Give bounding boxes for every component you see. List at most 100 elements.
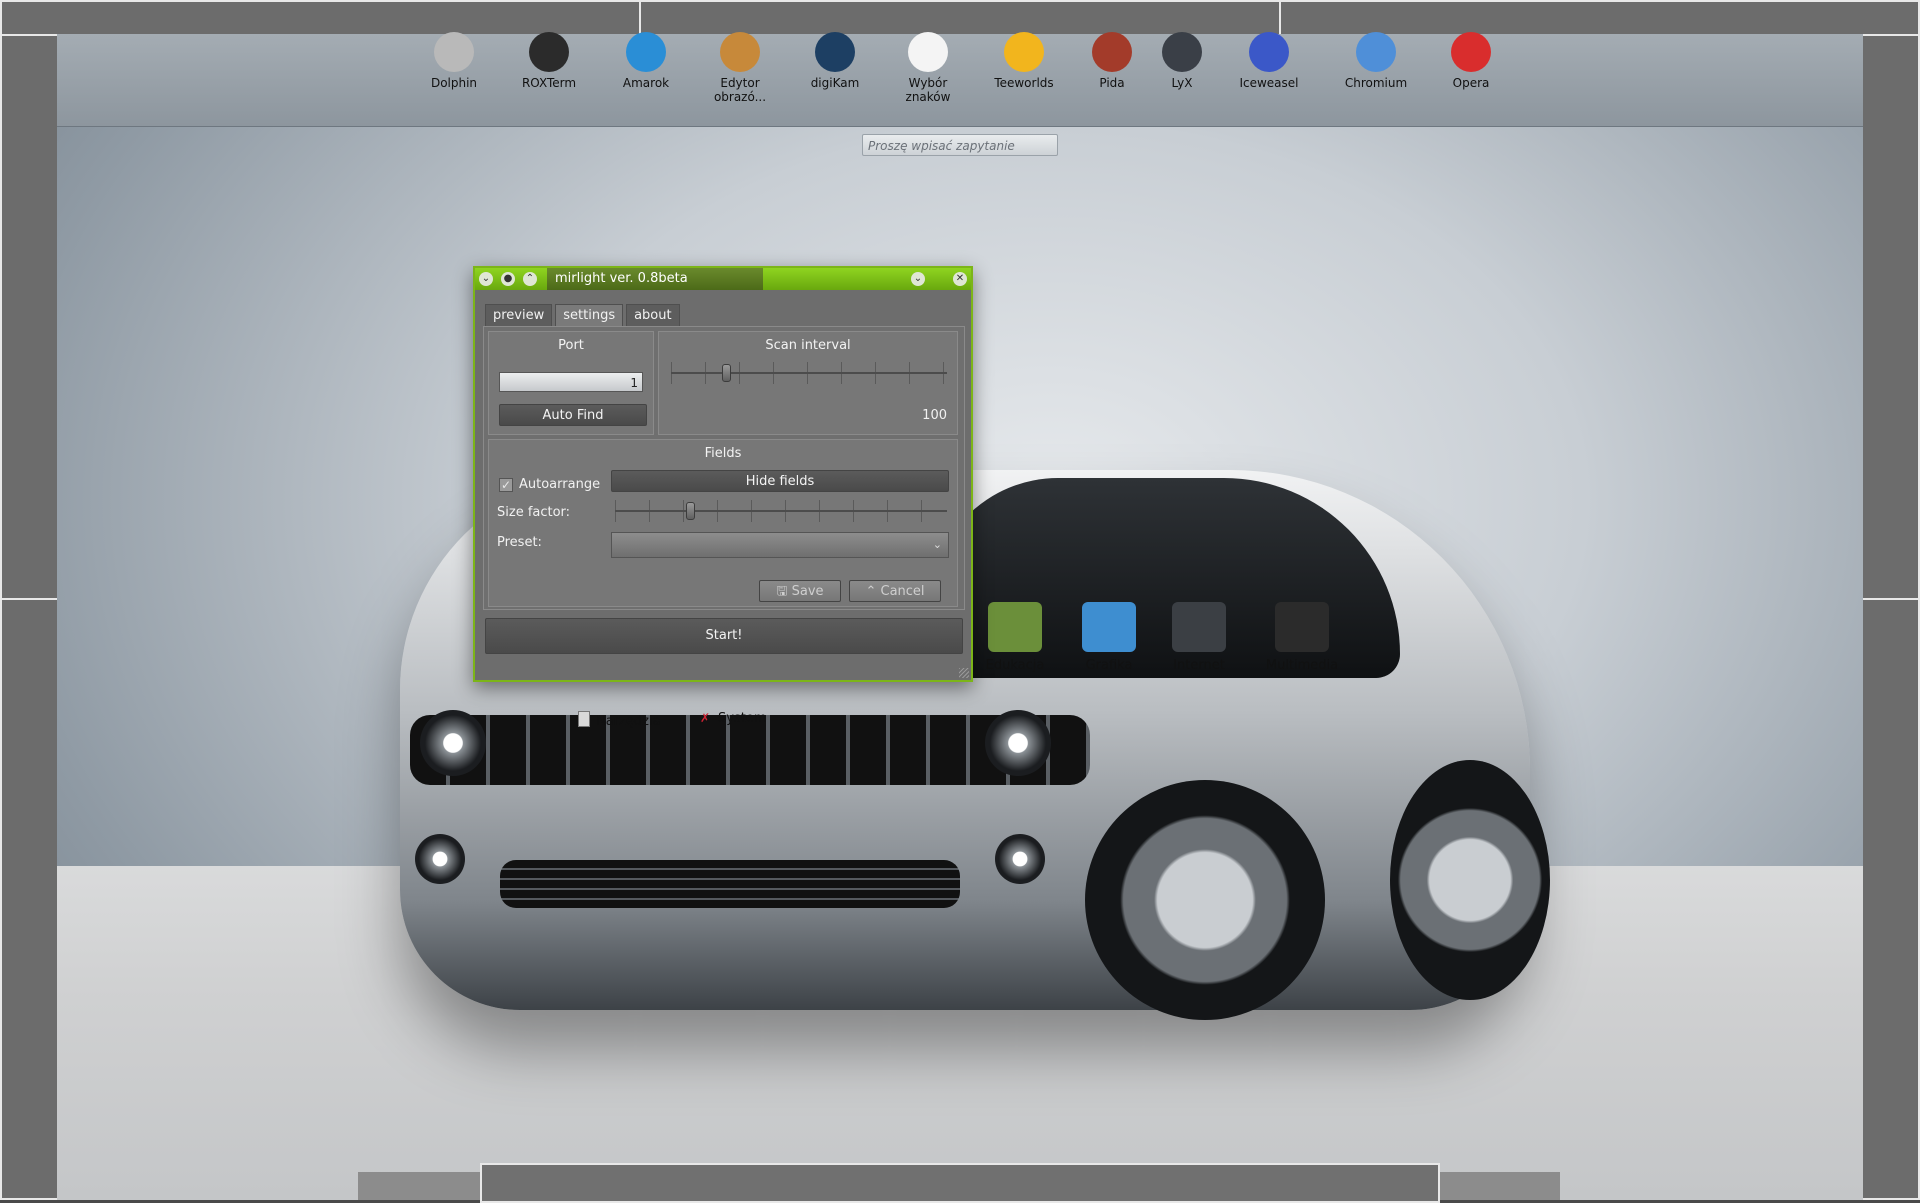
port-group-title: Port <box>558 338 584 353</box>
start-button[interactable]: Start! <box>485 618 963 654</box>
launcher-item-wyb-r-znak-w[interactable]: Wybór znaków <box>890 32 966 104</box>
size-factor-slider-handle[interactable] <box>686 502 696 520</box>
top-left-edge-panel[interactable] <box>0 0 641 36</box>
mirlight-window: ⌄ ● ⌃ mirlight ver. 0.8beta ⌄ ✕ preview … <box>473 266 973 682</box>
right-upper-edge-panel[interactable] <box>1861 34 1920 600</box>
file-manager-icon <box>434 32 474 72</box>
size-factor-slider[interactable] <box>615 496 947 526</box>
tools-icon <box>578 711 590 727</box>
left-upper-edge-panel[interactable] <box>0 34 59 600</box>
launcher-item-lyx[interactable]: LyX <box>1144 32 1220 90</box>
launcher-item-label: Opera <box>1452 76 1490 90</box>
desktop-folder-label: Internet <box>1173 658 1225 673</box>
close-button[interactable]: ✕ <box>953 272 967 286</box>
desktop-folder-internet[interactable]: Internet <box>1151 602 1247 673</box>
tab-about[interactable]: about <box>626 304 680 327</box>
search-input[interactable]: Proszę wpisać zapytanie <box>862 134 1058 156</box>
resize-grip-icon[interactable] <box>959 668 969 678</box>
launcher-item-digikam[interactable]: digiKam <box>797 32 873 90</box>
cancel-button[interactable]: ⌃ Cancel <box>849 580 941 602</box>
launcher-item-label: Iceweasel <box>1239 76 1299 90</box>
game-icon <box>1004 32 1044 72</box>
scan-interval-slider-handle[interactable] <box>721 364 731 382</box>
launcher-item-label: Dolphin <box>430 76 478 90</box>
top-center-edge-panel[interactable] <box>639 0 1281 36</box>
character-map-icon <box>908 32 948 72</box>
terminal-icon <box>529 32 569 72</box>
launcher-item-chromium[interactable]: Chromium <box>1338 32 1414 90</box>
car-headlight-left <box>420 710 486 776</box>
launcher-item-label: ROXTerm <box>521 76 577 90</box>
scan-interval-title: Scan interval <box>765 338 851 353</box>
desktop-item-system[interactable]: ✗ System <box>700 711 766 726</box>
multimedia-icon <box>1275 602 1329 652</box>
web-browser-icon <box>1249 32 1289 72</box>
launcher-item-label: Pida <box>1099 76 1125 90</box>
car-headlight-right <box>985 710 1051 776</box>
car-rear-wheel <box>1390 760 1550 1000</box>
chevron-down-icon: ⌄ <box>932 538 942 551</box>
settings-page: Port 1 Auto Find Scan interval 100 Field… <box>483 326 965 610</box>
internet-icon <box>1172 602 1226 652</box>
desktop-folder-grafika[interactable]: Grafika <box>1061 602 1157 673</box>
desktop-folder-multimedia[interactable]: Multimedia <box>1254 602 1350 673</box>
save-icon: 🖫 <box>776 584 788 599</box>
desktop-item-narzedzia[interactable]: Narzędzia <box>578 711 661 729</box>
launcher-item-label: LyX <box>1171 76 1193 90</box>
launcher-item-opera[interactable]: Opera <box>1433 32 1509 90</box>
launcher-item-pida[interactable]: Pida <box>1074 32 1150 90</box>
bottom-panel[interactable] <box>480 1163 1440 1203</box>
media-player-icon <box>626 32 666 72</box>
window-titlebar[interactable]: ⌄ ● ⌃ mirlight ver. 0.8beta ⌄ ✕ <box>475 268 971 290</box>
launcher-item-roxterm[interactable]: ROXTerm <box>511 32 587 90</box>
tab-settings[interactable]: settings <box>555 304 624 327</box>
slider-track <box>615 510 947 512</box>
chromium-icon <box>1356 32 1396 72</box>
left-lower-edge-panel[interactable] <box>0 598 59 1200</box>
launcher-item-teeworlds[interactable]: Teeworlds <box>986 32 1062 90</box>
launcher-item-label: Edytor obrazó... <box>713 76 767 104</box>
desktop-folder-label: Grafika <box>1085 658 1133 673</box>
tab-preview[interactable]: preview <box>485 304 553 327</box>
hide-fields-button[interactable]: Hide fields <box>611 470 949 492</box>
save-button[interactable]: 🖫 Save <box>759 580 841 602</box>
shade-button[interactable]: ⌃ <box>523 272 537 286</box>
launcher-item-label: Wybór znaków <box>905 76 951 104</box>
desktop-folder-edukacja[interactable]: Edukacja <box>967 602 1063 673</box>
desktop-folder-label: Edukacja <box>985 658 1045 673</box>
car-foglight-right <box>995 834 1045 884</box>
desktop-item-label: System <box>718 711 767 726</box>
slider-track <box>671 372 947 374</box>
auto-find-button[interactable]: Auto Find <box>499 404 647 426</box>
desktop-item-label: Narzędzia <box>596 714 661 729</box>
size-factor-label: Size factor: <box>497 505 571 520</box>
ide-icon <box>1092 32 1132 72</box>
document-editor-icon <box>1162 32 1202 72</box>
launcher-item-dolphin[interactable]: Dolphin <box>416 32 492 90</box>
top-right-edge-panel[interactable] <box>1279 0 1920 36</box>
graphics-icon <box>1082 602 1136 652</box>
right-lower-edge-panel[interactable] <box>1861 598 1920 1200</box>
launcher-item-amarok[interactable]: Amarok <box>608 32 684 90</box>
preset-combobox[interactable]: ⌄ <box>611 532 949 558</box>
window-menu-button[interactable]: ⌄ <box>479 272 493 286</box>
scan-interval-slider[interactable] <box>671 358 947 388</box>
autoarrange-label: Autoarrange <box>519 477 601 492</box>
tab-bar: preview settings about <box>485 304 680 327</box>
minimize-button[interactable]: ● <box>501 272 515 286</box>
camera-lens-icon <box>815 32 855 72</box>
window-options-button[interactable]: ⌄ <box>911 272 925 286</box>
port-spinbox[interactable]: 1 <box>499 372 643 392</box>
scan-interval-value: 100 <box>922 408 947 423</box>
launcher-item-iceweasel[interactable]: Iceweasel <box>1231 32 1307 90</box>
car-foglight-left <box>415 834 465 884</box>
port-group: Port 1 Auto Find <box>488 331 654 435</box>
desktop-folder-label: Multimedia <box>1265 658 1339 673</box>
image-editor-icon <box>720 32 760 72</box>
launcher-item-edytor-obraz[interactable]: Edytor obrazó... <box>702 32 778 104</box>
preset-label: Preset: <box>497 535 542 550</box>
autoarrange-checkbox[interactable]: ✓ <box>499 478 513 492</box>
system-icon: ✗ <box>700 711 711 725</box>
launcher-item-label: digiKam <box>810 76 860 90</box>
fields-group: Fields ✓ Autoarrange Hide fields Size fa… <box>488 439 958 607</box>
